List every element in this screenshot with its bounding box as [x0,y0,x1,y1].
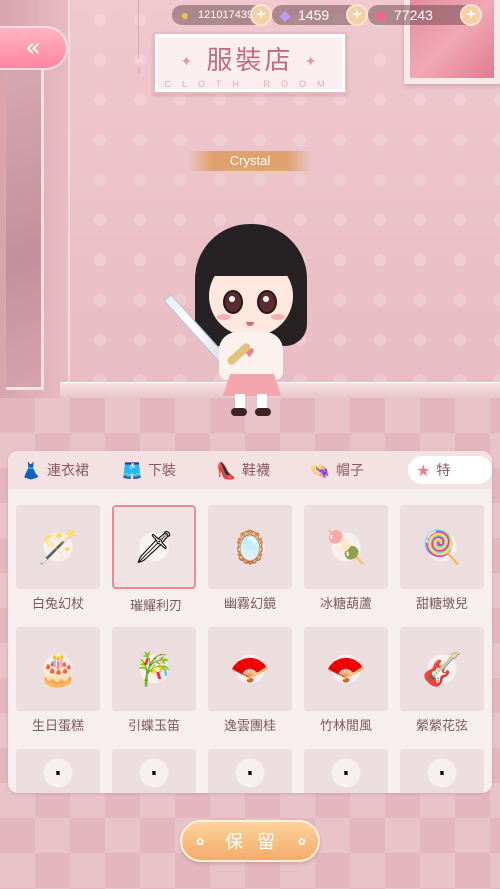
item-slot-partial[interactable]: · [16,749,100,793]
dress-icon: 👗 [21,460,41,480]
character-cheek [217,314,231,320]
hat-icon: 👒 [310,460,331,480]
item-slot-partial[interactable]: · [208,749,292,793]
candy-stick-icon: 🍭 [422,528,462,566]
item-slot[interactable]: 🪄 白兔幻杖 [16,505,100,612]
character-bangs [207,236,295,276]
ruby-counter: ◆ 77243 + [368,4,482,26]
tab-special[interactable]: ★ 特 [408,456,492,484]
item-label: 幽霧幻鏡 [223,597,276,612]
character-avatar[interactable]: ♥ [163,222,335,422]
tab-label: 帽子 [336,463,365,479]
sword-icon: 🗡 [133,528,175,566]
shop-title: 服裝店 [206,46,294,76]
partial-item-icon: · [148,754,160,792]
cake-icon: 🎂 [38,650,78,688]
star-icon: ★ [416,460,431,480]
item-label: 引蝶玉笛 [127,719,180,734]
add-coins-button[interactable]: + [250,4,272,26]
partial-item-icon: · [340,754,352,792]
wand-icon: 🪄 [38,528,78,566]
item-slot[interactable]: 🍭 甜糖墩兒 [400,505,484,612]
hanging-crystal [133,0,145,80]
round-fan-icon: 🪭 [230,650,270,688]
purple-gem-icon: ◆ [279,6,291,23]
double-chevron-left-icon: « [25,33,41,63]
tab-hats[interactable]: 👒 帽子 [290,451,384,489]
item-slot[interactable]: 🍡 冰糖葫蘆 [304,505,388,612]
item-slot-partial[interactable]: · [304,749,388,793]
item-label: 甜糖墩兒 [415,597,468,612]
sparkle-icon: ✦ [304,54,320,70]
keep-button[interactable]: ✿ 保留 ✿ [180,820,320,862]
tab-dresses[interactable]: 👗 連衣裙 [8,451,102,489]
coin-cat-icon: ● [180,7,190,23]
shop-sign: ✦ 服裝店 ✦ CLOTH ROOM [153,32,347,94]
partial-item-icon: · [52,754,64,792]
keep-label: 保留 [225,832,289,853]
item-label: 縈縈花弦 [415,719,468,734]
item-slot-partial[interactable]: · [400,749,484,793]
character-name-ribbon: Crystal [188,151,312,171]
item-slot-selected[interactable]: 🗡 璀耀利刃 [112,505,196,614]
item-label: 竹林閒風 [319,719,372,734]
partial-item-icon: · [244,754,256,792]
tab-label: 鞋襪 [242,463,270,479]
pants-icon: 🩳 [122,460,142,480]
character-shoe [231,408,247,416]
item-slot[interactable]: 🪭 逸雲團桂 [208,627,292,734]
category-tabs: 👗 連衣裙 🩳 下裝 👠 鞋襪 👒 帽子 ★ 特 [8,451,492,489]
back-button[interactable]: « [0,26,68,70]
ruby-value: 77243 [394,7,433,23]
shop-subtitle: CLOTH ROOM [164,79,336,89]
sparkle-icon: ✦ [180,54,196,70]
coin-counter: ● 121017439 + [172,4,272,26]
character-skirt [223,374,281,396]
item-label: 冰糖葫蘆 [319,597,372,612]
item-slot[interactable]: 🪭 竹林閒風 [304,627,388,734]
tab-bottoms[interactable]: 🩳 下裝 [102,451,196,489]
item-slot[interactable]: 🎋 引蝶玉笛 [112,627,196,734]
item-label: 生日蛋糕 [31,719,84,734]
tab-label: 連衣裙 [46,463,89,479]
item-slot-partial[interactable]: · [112,749,196,793]
item-slot[interactable]: 🎂 生日蛋糕 [16,627,100,734]
shop-title-row: ✦ 服裝店 ✦ [155,40,345,77]
partial-item-icon: · [436,754,448,792]
diamond-counter: ◆ 1459 + [272,4,368,26]
tab-label: 下裝 [147,463,176,479]
item-slot[interactable]: 🎸 縈縈花弦 [400,627,484,734]
diamond-value: 1459 [298,7,330,23]
item-label: 逸雲團桂 [223,719,276,734]
add-diamonds-button[interactable]: + [346,4,368,26]
currency-bar: ● 121017439 + ◆ 1459 + ◆ 77243 + [172,4,482,26]
character-eye [223,290,243,314]
sparkle-icon: ✿ [297,837,306,848]
character-cheek [271,314,285,320]
tab-shoes[interactable]: 👠 鞋襪 [196,451,290,489]
mirror-icon: 🪞 [230,528,270,566]
candied-haws-icon: 🍡 [326,528,366,566]
high-heel-icon: 👠 [216,460,236,480]
coin-value: 121017439 [198,9,254,21]
wall-mirror [6,60,44,390]
item-slot[interactable]: 🪞 幽霧幻鏡 [208,505,292,612]
folding-fan-icon: 🪭 [326,650,366,688]
item-grid: 🪄 白兔幻杖 🗡 璀耀利刃 🪞 幽霧幻鏡 🍡 冰糖葫蘆 🍭 甜糖墩兒 🎂 生日蛋… [14,505,486,793]
sparkle-icon: ✿ [196,837,205,848]
pink-gem-icon: ◆ [375,6,387,23]
character-eye [257,290,277,314]
tab-label: 特 [436,463,451,479]
inventory-panel: 👗 連衣裙 🩳 下裝 👠 鞋襪 👒 帽子 ★ 特 🪄 白兔幻杖 🗡 璀耀利刃 🪞… [8,451,492,793]
add-rubies-button[interactable]: + [460,4,482,26]
flute-icon: 🎋 [134,650,174,688]
item-label: 璀耀利刃 [129,599,182,614]
character-shoe [255,408,271,416]
item-label: 白兔幻杖 [31,597,84,612]
guitar-icon: 🎸 [422,650,462,688]
